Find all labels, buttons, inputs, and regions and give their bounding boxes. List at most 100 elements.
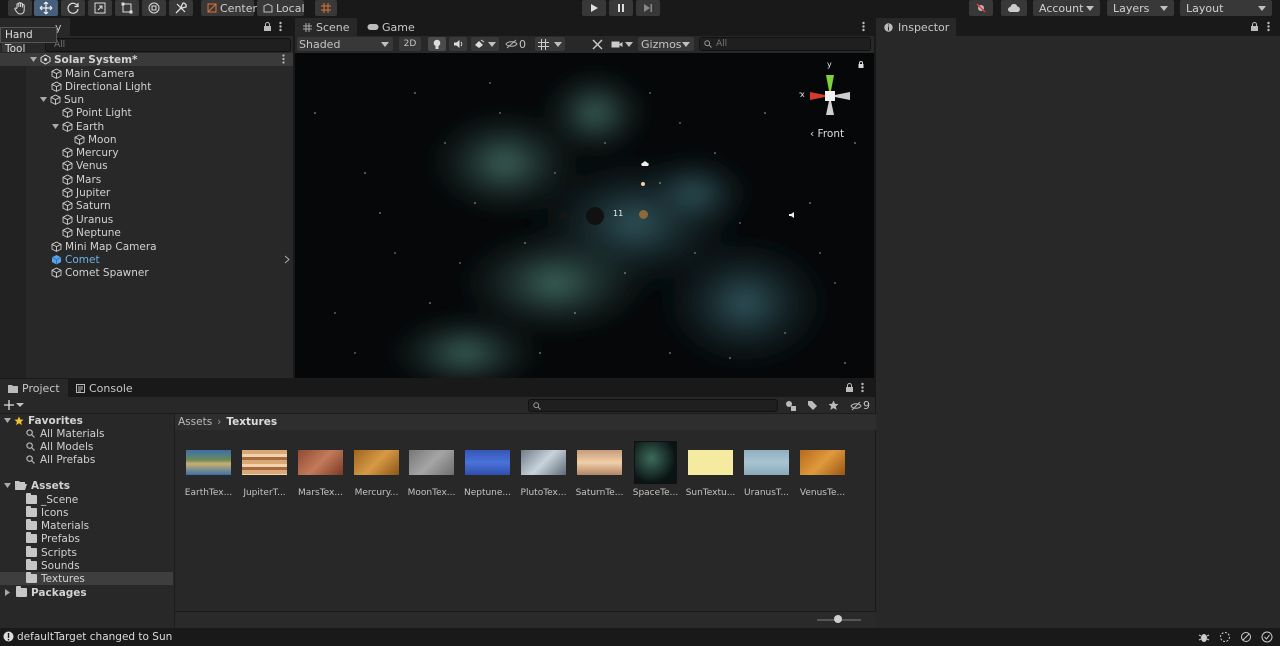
lock-icon[interactable]	[845, 382, 854, 393]
hierarchy-item-venus[interactable]: Venus	[0, 159, 293, 172]
project-search-input[interactable]	[528, 399, 778, 412]
step-button[interactable]	[636, 0, 660, 16]
move-tool-button[interactable]	[34, 0, 58, 16]
progress-spinner-icon[interactable]	[1219, 631, 1231, 643]
layers-dropdown[interactable]: Layers	[1107, 0, 1174, 16]
expand-arrow-icon[interactable]	[4, 482, 11, 489]
favorite-item[interactable]: All Models	[26, 440, 93, 453]
audio-toggle-button[interactable]	[449, 37, 467, 51]
chevron-right-icon[interactable]	[284, 255, 290, 264]
pause-button[interactable]	[609, 0, 633, 16]
kebab-menu-icon[interactable]	[282, 54, 285, 64]
asset-tile[interactable]: JupiterT...	[237, 440, 292, 498]
hidden-packages-toggle[interactable]: 9	[850, 399, 872, 412]
grid-snap-button[interactable]	[315, 0, 337, 16]
view-orientation-label[interactable]: ‹ Front	[810, 128, 844, 140]
custom-tools-button[interactable]	[169, 0, 193, 16]
asset-tile[interactable]: MoonTex...	[404, 440, 459, 498]
expand-arrow-icon[interactable]	[40, 96, 47, 103]
lock-icon[interactable]	[858, 61, 864, 68]
folder-item-scripts[interactable]: Scripts	[26, 546, 77, 559]
folder-item-prefabs[interactable]: Prefabs	[26, 532, 80, 545]
check-circle-icon[interactable]	[1261, 631, 1273, 643]
tab-console[interactable]: Console	[68, 379, 142, 397]
pivot-mode-toggle[interactable]: Center	[201, 0, 257, 16]
asset-tile[interactable]: UranusT...	[739, 440, 794, 498]
create-asset-button[interactable]	[4, 398, 26, 412]
folder-item-sounds[interactable]: Sounds	[26, 559, 80, 572]
zoom-slider-thumb[interactable]	[834, 615, 842, 623]
shading-mode-dropdown[interactable]: Shaded	[297, 37, 393, 51]
folder-item-icons[interactable]: Icons	[26, 506, 68, 519]
camera-settings-dropdown[interactable]	[609, 37, 635, 51]
expand-arrow-icon[interactable]	[52, 123, 59, 130]
hierarchy-item-uranus[interactable]: Uranus	[0, 213, 293, 226]
breadcrumb-item[interactable]: Assets	[178, 416, 212, 428]
star-icon[interactable]	[828, 400, 839, 411]
favorites-section[interactable]: Favorites	[4, 414, 83, 427]
hierarchy-item-neptune[interactable]: Neptune	[0, 226, 293, 239]
bug-icon[interactable]	[1198, 631, 1210, 643]
transform-tool-button[interactable]	[142, 0, 166, 16]
hierarchy-item-main-camera[interactable]: Main Camera	[0, 67, 293, 80]
packages-section[interactable]: Packages	[4, 586, 87, 599]
hand-tool-button[interactable]	[8, 0, 32, 16]
hidden-objects-toggle[interactable]: 0	[505, 37, 531, 51]
lock-icon[interactable]	[1250, 21, 1259, 32]
folder-item-materials[interactable]: Materials	[26, 519, 89, 532]
breadcrumb-item[interactable]: Textures	[226, 416, 277, 428]
tab-game[interactable]: Game	[359, 18, 421, 36]
kebab-menu-icon[interactable]	[862, 21, 865, 32]
audio-source-gizmo-icon[interactable]	[788, 211, 796, 219]
asset-tile[interactable]: Mercury...	[349, 440, 404, 498]
kebab-menu-icon[interactable]	[279, 21, 282, 32]
search-by-type-icon[interactable]	[785, 400, 796, 411]
asset-tile[interactable]: VenusTe...	[795, 440, 850, 498]
asset-tile[interactable]: MarsTex...	[293, 440, 348, 498]
gizmos-dropdown[interactable]: Gizmos	[638, 37, 694, 51]
rotate-tool-button[interactable]	[61, 0, 85, 16]
account-dropdown[interactable]: Account	[1033, 0, 1100, 16]
scene-root-row[interactable]: Solar System*	[0, 53, 293, 66]
asset-tile[interactable]: EarthTex...	[181, 440, 236, 498]
camera-gizmo-icon[interactable]	[640, 160, 650, 167]
hierarchy-item-mercury[interactable]: Mercury	[0, 146, 293, 159]
asset-tile[interactable]: PlutoTex...	[516, 440, 571, 498]
expand-arrow-icon[interactable]	[4, 417, 11, 424]
asset-tile[interactable]: Neptune...	[460, 440, 515, 498]
hierarchy-item-comet[interactable]: Comet	[0, 253, 293, 266]
kebab-menu-icon[interactable]	[861, 382, 864, 393]
point-light-marker[interactable]	[641, 182, 645, 186]
tab-inspector[interactable]: Inspector	[876, 18, 956, 36]
hierarchy-item-sun[interactable]: Sun	[0, 93, 293, 106]
orientation-gizmo[interactable]: y x ‹ Front	[798, 60, 864, 143]
scene-tools-button[interactable]	[588, 37, 606, 51]
scene-viewport[interactable]: 11 y x ‹ Front	[295, 53, 874, 378]
layout-dropdown[interactable]: Layout	[1180, 0, 1272, 16]
play-button[interactable]	[582, 0, 606, 16]
hierarchy-item-moon[interactable]: Moon	[0, 133, 293, 146]
grid-settings-dropdown[interactable]	[535, 37, 565, 51]
2d-toggle-button[interactable]: 2D	[399, 37, 421, 51]
dark-planet[interactable]	[586, 207, 604, 225]
asset-tile[interactable]: SaturnTe...	[572, 440, 627, 498]
collab-button[interactable]	[969, 0, 993, 16]
hierarchy-item-mars[interactable]: Mars	[0, 173, 293, 186]
sun-sphere[interactable]	[639, 210, 648, 219]
auto-generate-lighting-icon[interactable]	[1240, 631, 1252, 643]
hierarchy-item-point-light[interactable]: Point Light	[0, 106, 293, 119]
rect-tool-button[interactable]	[115, 0, 139, 16]
favorite-item[interactable]: All Prefabs	[26, 453, 95, 466]
asset-tile[interactable]: SunTextu...	[683, 440, 738, 498]
lighting-toggle-button[interactable]	[428, 37, 446, 51]
effects-dropdown[interactable]	[471, 37, 499, 51]
scene-search-input[interactable]: All	[699, 37, 871, 51]
lock-icon[interactable]	[263, 21, 272, 32]
chevron-right-icon[interactable]	[4, 589, 11, 596]
assets-section[interactable]: Assets	[4, 479, 70, 492]
hierarchy-item-earth[interactable]: Earth	[0, 120, 293, 133]
tab-project[interactable]: Project	[0, 379, 68, 397]
expand-arrow-icon[interactable]	[30, 56, 37, 63]
folder-item-textures[interactable]: Textures	[26, 572, 85, 585]
hierarchy-item-jupiter[interactable]: Jupiter	[0, 186, 293, 199]
